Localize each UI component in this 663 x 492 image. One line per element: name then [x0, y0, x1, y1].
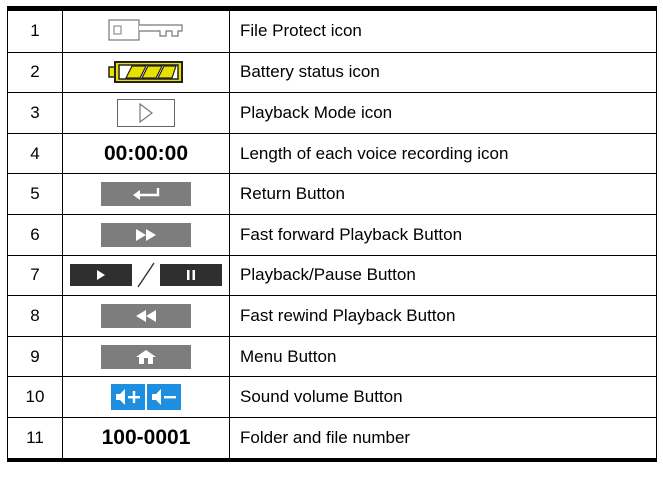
icon-cell [63, 255, 230, 296]
battery-icon [108, 60, 184, 84]
icon-cell [63, 11, 230, 52]
volume-down-icon [147, 384, 181, 411]
row-number: 7 [7, 255, 63, 296]
table-row: 5 Return Button [7, 173, 657, 214]
volume-up-down-icon [111, 384, 181, 411]
return-icon [101, 182, 191, 207]
table-bottom-rule [7, 457, 657, 462]
row-number: 9 [7, 336, 63, 377]
row-description: Folder and file number [230, 417, 657, 458]
table-row: 2 Battery status icon [7, 51, 657, 93]
recording-length-text: 00:00:00 [103, 141, 189, 165]
play-pause-icon [70, 261, 222, 289]
row-number: 10 [7, 377, 63, 417]
icon-cell [63, 377, 230, 417]
row-description: Fast rewind Playback Button [230, 296, 657, 336]
icon-cell [63, 93, 230, 133]
row-number: 5 [7, 174, 63, 214]
row-description: Battery status icon [230, 52, 657, 93]
slash-divider [137, 262, 155, 288]
table-row: 11 100-0001 Folder and file number [7, 416, 657, 458]
row-description: Fast forward Playback Button [230, 214, 657, 255]
icon-reference-table: 1 File Protect icon 2 Battery status ico… [7, 6, 657, 462]
fast-rewind-icon [101, 303, 191, 328]
row-description: Playback Mode icon [230, 93, 657, 133]
pause-icon [160, 264, 222, 287]
table-row: 9 Menu Button [7, 335, 657, 377]
table-row: 3 Playback Mode icon [7, 92, 657, 133]
home-icon [101, 344, 191, 369]
row-description: File Protect icon [230, 11, 657, 52]
row-number: 6 [7, 214, 63, 255]
icon-cell [63, 52, 230, 93]
volume-up-icon [111, 384, 145, 411]
icon-cell [63, 174, 230, 214]
row-number: 4 [7, 133, 63, 174]
row-description: Length of each voice recording icon [230, 133, 657, 174]
row-description: Playback/Pause Button [230, 255, 657, 296]
table-row: 7 Playback/Pause Button [7, 254, 657, 296]
icon-cell: 00:00:00 [63, 133, 230, 174]
row-description: Sound volume Button [230, 377, 657, 417]
row-number: 1 [7, 11, 63, 52]
icon-cell [63, 336, 230, 377]
row-number: 11 [7, 417, 63, 458]
row-number: 8 [7, 296, 63, 336]
table-row: 10 Sound volume Button [7, 376, 657, 417]
folder-file-number-text: 100-0001 [101, 425, 191, 449]
row-number: 2 [7, 52, 63, 93]
fast-forward-icon [101, 222, 191, 247]
play-icon [70, 264, 132, 287]
table-row: 8 Fast rewind Playback Button [7, 295, 657, 336]
table-row: 4 00:00:00 Length of each voice recordin… [7, 132, 657, 174]
table-row: 1 File Protect icon [7, 11, 657, 52]
icon-cell [63, 214, 230, 255]
row-number: 3 [7, 93, 63, 133]
play-outline-icon [117, 98, 175, 127]
key-icon [108, 19, 184, 43]
row-description: Return Button [230, 174, 657, 214]
row-description: Menu Button [230, 336, 657, 377]
icon-cell: 100-0001 [63, 417, 230, 458]
icon-cell [63, 296, 230, 336]
table-row: 6 Fast forward Playback Button [7, 213, 657, 255]
